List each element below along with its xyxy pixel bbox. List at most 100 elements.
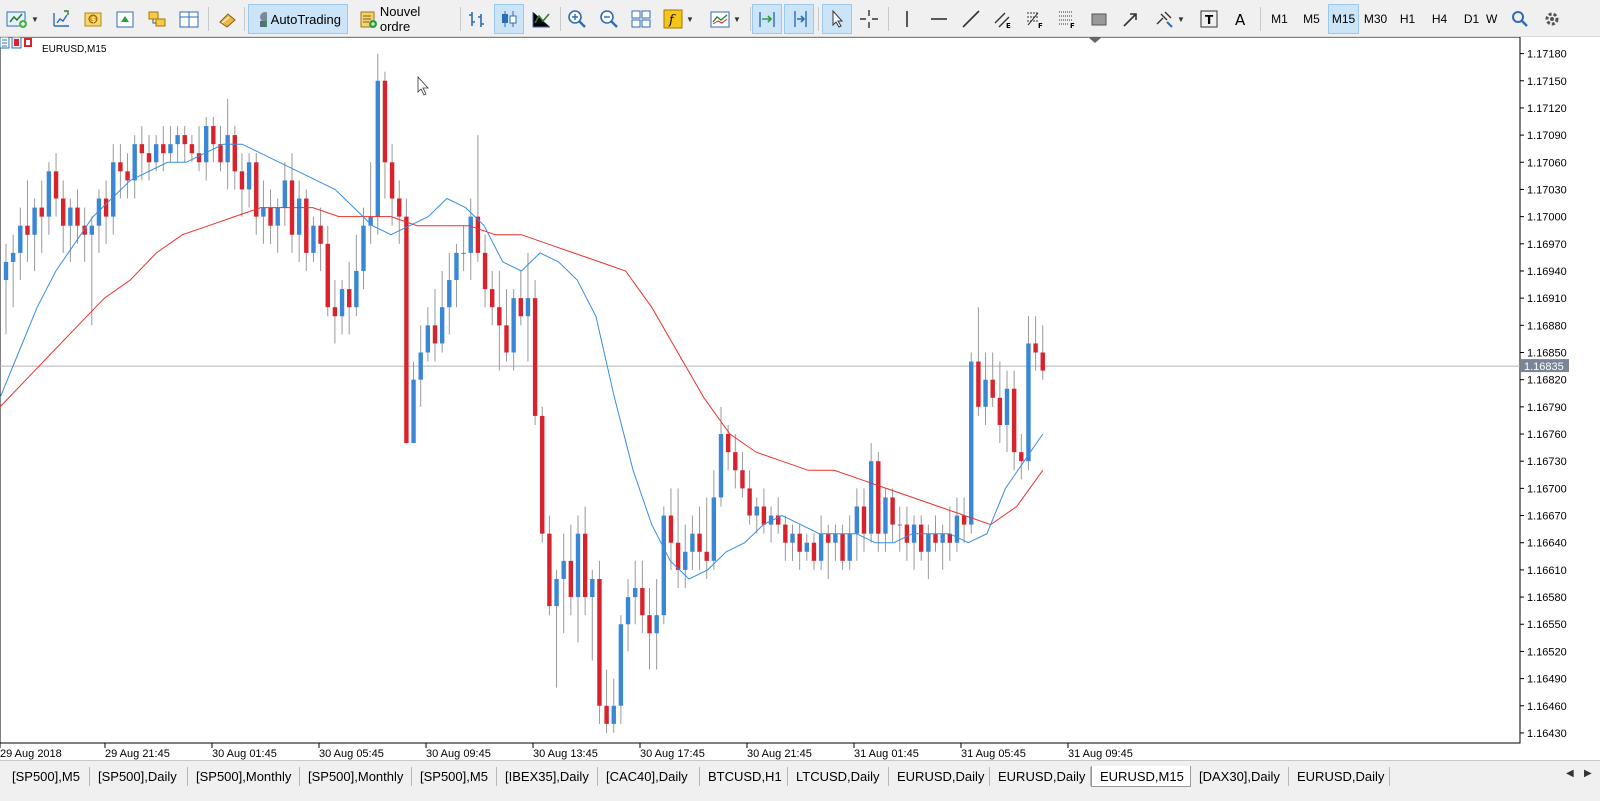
vertical-line-icon[interactable] [892,4,922,34]
timeframe-m30[interactable]: M30 [1360,4,1391,34]
chart-tab[interactable]: [SP500],M5 [412,767,497,786]
tabs-scroll-left-icon[interactable]: ◀ [1566,768,1574,779]
market-watch-icon[interactable]: $ [78,4,108,34]
candlestick-chart-icon[interactable] [494,4,524,34]
chart-tab[interactable]: [SP500],M5 [4,767,90,786]
chart-tab[interactable]: EURUSD,Daily [1289,767,1390,786]
candle-body [733,452,738,471]
price-axis-label: 1.16580 [1527,592,1567,604]
candle-body [282,180,288,208]
svg-text:F: F [1070,22,1075,30]
equidistant-channel-icon[interactable]: E [988,4,1018,34]
candle-body [347,289,352,308]
chart-tab[interactable]: EURUSD,Daily [889,767,990,786]
chart-tab[interactable]: BTCUSD,H1 [700,767,788,786]
chart-tab[interactable]: [SP500],Monthly [188,767,300,786]
timeframe-w1[interactable]: W [1486,4,1502,34]
timeframe-m15[interactable]: M15 [1328,4,1359,34]
svg-text:$: $ [91,15,96,24]
candle-body [404,216,409,444]
zoom-out-icon[interactable] [594,4,624,34]
candle-body [182,135,187,145]
timeframe-h1[interactable]: H1 [1392,4,1423,34]
chart-window[interactable]: 1.17180 1.17150 1.17120 1.17090 1.17060 1.170… [0,37,1600,760]
fibonacci-retracement-icon[interactable]: F [1020,4,1050,34]
arrow-icon[interactable] [1116,4,1146,34]
candle-body [304,198,309,253]
candle-body [468,216,473,253]
timeframe-m1[interactable]: M1 [1264,4,1295,34]
candle-body [261,207,266,217]
time-axis-label: 30 Aug 21:45 [747,748,812,760]
price-axis-label: 1.16760 [1527,429,1567,441]
candle-body [547,533,552,607]
templates-button[interactable]: ▼ [704,4,746,34]
timeframe-h4[interactable]: H4 [1424,4,1455,34]
time-axis-label: 31 Aug 01:45 [854,748,919,760]
candle-body [997,397,1003,425]
navigator-icon[interactable] [142,4,172,34]
chart-shift-icon[interactable] [784,4,814,34]
chart-tab[interactable]: [DAX30],Daily [1191,767,1289,786]
terminal-icon[interactable] [174,4,204,34]
search-icon[interactable] [1506,4,1534,34]
candle-body [590,578,595,598]
price-axis-label: 1.16460 [1527,701,1567,713]
candle-body [661,515,666,616]
chart-tab[interactable]: [SP500],Monthly [300,767,412,786]
crosshair-icon[interactable] [854,4,884,34]
candle-body [339,289,345,317]
new-order-button[interactable]: Nouvel ordre [352,4,456,34]
candle-body [447,280,452,308]
horizontal-line-icon[interactable] [924,4,954,34]
new-chart-button[interactable]: ▼ [2,4,42,34]
strategy-tester-icon[interactable] [212,4,242,34]
candle-body [375,80,380,217]
auto-scroll-icon[interactable] [752,4,782,34]
price-axis-label: 1.16730 [1527,456,1567,468]
candle-body [3,261,9,281]
tile-windows-icon[interactable] [626,4,656,34]
chart-tab[interactable]: [SP500],Daily [90,767,188,786]
candle-body [611,705,616,724]
chart-tab[interactable]: [IBEX35],Daily [497,767,598,786]
candle-body [933,533,938,543]
candlestick-chart[interactable]: 1.17180 1.17150 1.17120 1.17090 1.17060 1.170… [0,37,1600,760]
data-window-icon[interactable] [110,4,140,34]
candle-body [697,533,702,552]
line-chart-icon[interactable] [526,4,556,34]
rectangle-icon[interactable] [1084,4,1114,34]
price-axis-label: 1.16670 [1527,511,1567,523]
chart-tab[interactable]: EURUSD,Daily [990,767,1091,786]
price-axis-label: 1.16850 [1527,348,1567,360]
settings-icon[interactable] [1538,4,1566,34]
candle-body [25,225,30,235]
drawing-tools-button[interactable]: ▼ [1148,4,1190,34]
indicators-icon: f [663,9,683,29]
candle-body [361,225,366,271]
tabs-scroll-right-icon[interactable]: ▶ [1584,768,1592,779]
candle-body [389,162,395,199]
chart-tab[interactable]: [CAC40],Daily [598,767,700,786]
chart-tab[interactable]: LTCUSD,Daily [788,767,889,786]
indicators-button[interactable]: f ▼ [658,4,698,34]
autotrading-button[interactable]: AutoTrading [248,4,348,34]
chart-tab[interactable]: EURUSD,M15 [1091,766,1191,787]
candle-body [704,551,709,561]
bar-chart-icon[interactable] [462,4,492,34]
candle-body [325,243,330,308]
text-label-icon[interactable]: T [1194,4,1224,34]
timeframe-d1[interactable]: D1 [1456,4,1487,34]
cursor-icon[interactable] [822,4,852,34]
text-icon[interactable]: A [1226,4,1256,34]
candle-body [961,515,967,525]
price-axis-label: 1.16970 [1527,239,1567,251]
profiles-icon[interactable] [46,4,76,34]
trendline-icon[interactable] [956,4,986,34]
price-axis-label: 1.17150 [1527,76,1567,88]
zoom-in-icon[interactable] [562,4,592,34]
timeframe-m5[interactable]: M5 [1296,4,1327,34]
candle-body [146,153,152,163]
candle-body [425,325,431,353]
fibonacci-fan-icon[interactable]: F [1052,4,1082,34]
